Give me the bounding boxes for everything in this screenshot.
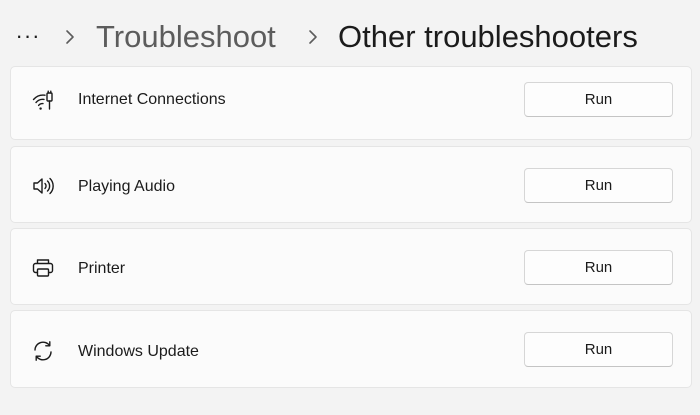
troubleshooter-label: Windows Update: [78, 343, 199, 360]
run-button-windows-update[interactable]: Run: [524, 332, 673, 367]
breadcrumb-troubleshoot[interactable]: Troubleshoot: [96, 17, 276, 57]
chevron-right-icon: [305, 25, 321, 49]
troubleshooter-label: Playing Audio: [78, 178, 175, 195]
troubleshooter-card-printer: Printer Run: [10, 228, 692, 305]
troubleshooter-card-windows-update: Windows Update Run: [10, 310, 692, 388]
troubleshooter-label: Internet Connections: [78, 91, 226, 108]
sync-icon: [29, 337, 57, 365]
wifi-icon: [29, 88, 57, 116]
chevron-right-icon: [62, 25, 78, 49]
speaker-icon: [29, 172, 57, 200]
more-options-button[interactable]: ···: [10, 22, 46, 50]
page-title: Other troubleshooters: [338, 19, 638, 54]
breadcrumb: ··· Troubleshoot Other troubleshooters: [0, 0, 700, 72]
troubleshooter-label: Printer: [78, 260, 126, 277]
troubleshooters-page: ··· Troubleshoot Other troubleshooters I…: [0, 0, 700, 415]
run-button-printer[interactable]: Run: [524, 250, 673, 285]
run-button-playing-audio[interactable]: Run: [524, 168, 673, 203]
run-button-internet-connections[interactable]: Run: [524, 82, 673, 117]
troubleshooter-card-playing-audio: Playing Audio Run: [10, 146, 692, 223]
troubleshooter-card-internet-connections: Internet Connections Run: [10, 66, 692, 140]
printer-icon: [29, 254, 57, 282]
